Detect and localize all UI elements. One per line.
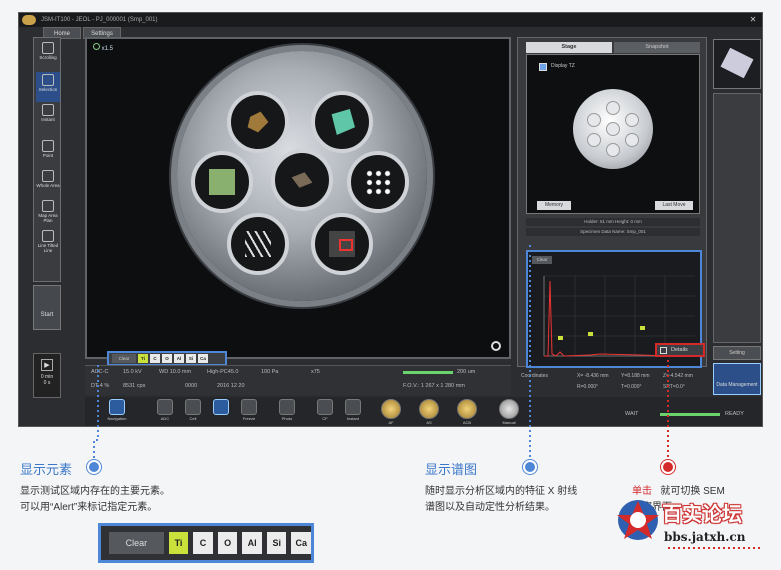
element-alert-bar-zoom: Clear Ti C O Al Si Ca (98, 523, 314, 563)
element-si-zoom[interactable]: Si (266, 532, 287, 554)
callout-dot-elements (89, 462, 99, 472)
element-ti-zoom[interactable]: Ti (168, 532, 189, 554)
elements-heading: 显示元素 (20, 462, 73, 477)
callout-dot-spectrum (525, 462, 535, 472)
spectrum-description: 随时显示分析区域内的特征 X 射线 谱图以及自动定性分析结果。 (425, 486, 578, 513)
element-c-zoom[interactable]: C (193, 532, 213, 554)
watermark-logo (617, 500, 659, 540)
element-o-zoom[interactable]: O (217, 532, 238, 554)
spectrum-heading: 显示谱图 (425, 462, 478, 477)
watermark-url: bbs.jatxh.cn (664, 530, 746, 544)
element-al-zoom[interactable]: Al (242, 532, 262, 554)
watermark-title: 百实论坛 (662, 502, 742, 526)
elements-description: 显示测试区域内存在的主要元素。 可以用“Alert”来标记指定元素。 (20, 486, 170, 513)
callout-dot-details (663, 462, 673, 472)
element-ca-zoom[interactable]: Ca (291, 532, 312, 554)
clear-button-zoom[interactable]: Clear (109, 532, 164, 554)
